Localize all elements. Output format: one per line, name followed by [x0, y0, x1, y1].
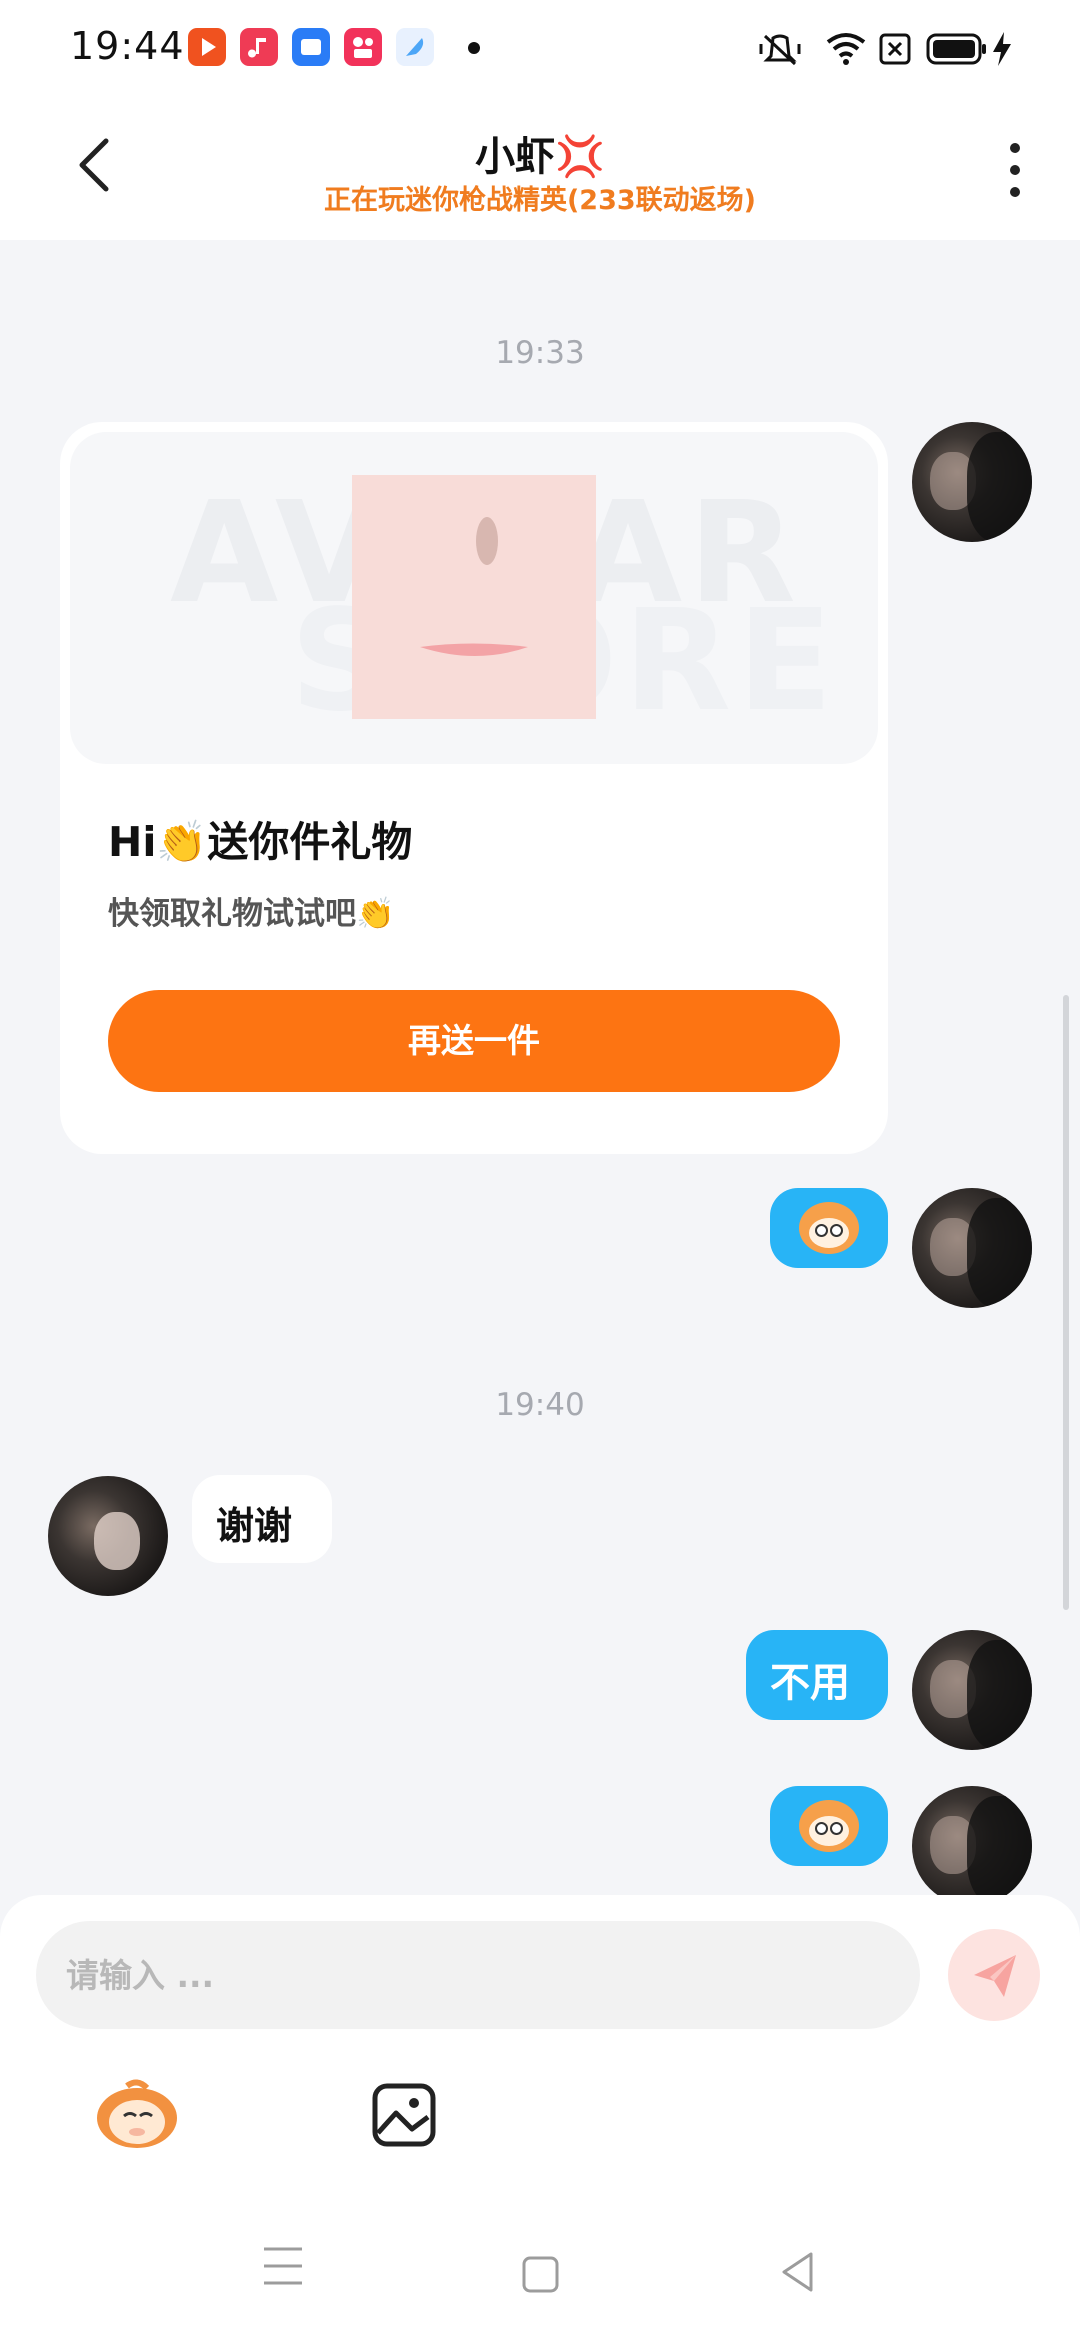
- send-another-gift-button[interactable]: 再送一件: [108, 990, 840, 1092]
- charging-icon: [993, 32, 1011, 66]
- received-message-bubble[interactable]: 谢谢: [192, 1475, 332, 1563]
- sent-message-text: 不用: [770, 1660, 850, 1706]
- monkey-emoji-icon: [97, 2079, 177, 2148]
- gift-description: 快领取礼物试试吧👏: [108, 896, 395, 932]
- files-app-icon: [292, 28, 330, 66]
- more-options-button[interactable]: [1000, 140, 1030, 200]
- my-avatar[interactable]: [912, 1188, 1032, 1308]
- notification-dot: [468, 42, 480, 54]
- send-icon: [974, 1955, 1016, 1997]
- gift-face-item: [352, 475, 596, 719]
- sent-message-bubble[interactable]: 不用: [746, 1630, 888, 1720]
- my-avatar[interactable]: [912, 1630, 1032, 1750]
- gift-title: Hi👏送你件礼物: [108, 818, 413, 866]
- battery-icon: [926, 33, 986, 65]
- my-avatar[interactable]: [912, 1786, 1032, 1906]
- feather-app-icon: [396, 28, 434, 66]
- music-app-icon: [240, 28, 278, 66]
- home-nav-icon[interactable]: [521, 2255, 561, 2295]
- friend-status[interactable]: 正在玩迷你枪战精英(233联动返场): [0, 178, 1080, 217]
- sim-icon: [879, 33, 911, 65]
- status-time: 19:44: [70, 24, 185, 68]
- menu-nav-icon[interactable]: [262, 2245, 306, 2287]
- back-nav-icon[interactable]: [778, 2250, 818, 2294]
- mute-icon: [759, 34, 801, 66]
- video-app-icon: [188, 28, 226, 66]
- chat-title: 小虾💢: [475, 134, 605, 180]
- message-input[interactable]: [36, 1921, 920, 2029]
- kuaishou-app-icon: [344, 28, 382, 66]
- monkey-emoji-icon: [799, 1202, 859, 1254]
- friend-avatar[interactable]: [48, 1476, 168, 1596]
- chat-scrollbar[interactable]: [1063, 995, 1069, 1610]
- received-message-text: 谢谢: [216, 1504, 293, 1548]
- message-timestamp: 19:40: [495, 1387, 585, 1423]
- image-icon: [372, 2083, 436, 2147]
- image-button[interactable]: [372, 2083, 436, 2147]
- monkey-emoji-icon: [799, 1800, 859, 1852]
- my-avatar[interactable]: [912, 422, 1032, 542]
- message-timestamp: 19:33: [495, 335, 585, 371]
- sent-emoji-bubble[interactable]: [770, 1786, 888, 1866]
- wifi-icon: [826, 33, 866, 65]
- send-button[interactable]: [948, 1929, 1040, 2021]
- sent-emoji-bubble[interactable]: [770, 1188, 888, 1268]
- emoji-button[interactable]: [94, 2078, 180, 2150]
